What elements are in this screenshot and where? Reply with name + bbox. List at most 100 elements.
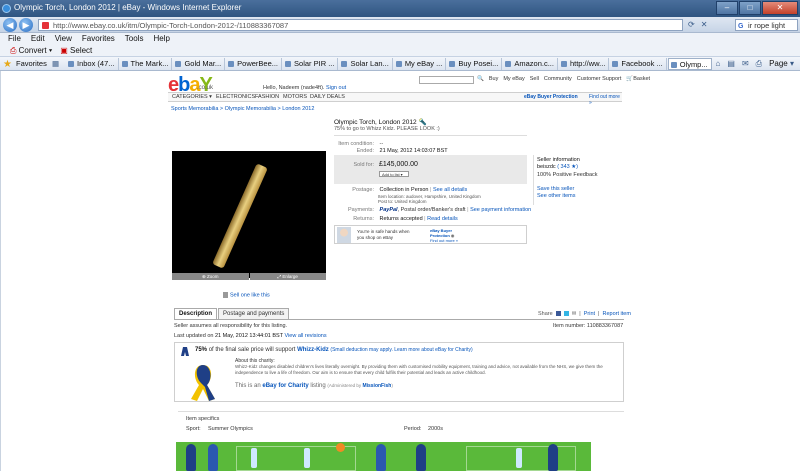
period-value: 2000s [428,426,443,432]
facebook-icon[interactable] [555,311,561,316]
link-community[interactable]: Community [544,76,572,82]
twitter-icon[interactable] [563,311,569,316]
safe-hands-text: You're in safe hands when you shop on eBa… [357,229,409,241]
forward-button[interactable]: ▶ [19,18,33,32]
browser-tabs: Inbox (47... The Mark... Gold Mar... Pow… [66,58,713,70]
view-revisions-link[interactable]: View all revisions [285,333,327,339]
image-controls: ⊕ Zoom ⤢ Enlarge [172,273,326,280]
refresh-icon[interactable]: ⟳ [688,20,695,29]
menu-view[interactable]: View [55,33,72,45]
tab-my-ebay[interactable]: My eBay ... [394,58,447,70]
address-bar-row: ◀ ▶ http://www.ebay.co.uk/itm/Olympic-To… [0,17,800,33]
ebay-search-icon[interactable]: 🔍 [477,76,484,82]
find-out-more-link[interactable]: Find out more » [589,94,622,106]
favorites-star-icon[interactable]: ★ [3,58,12,70]
stop-icon[interactable]: ✕ [701,20,708,29]
sign-out-link[interactable]: Sign out [326,85,346,91]
tab-solar-pir[interactable]: Solar PIR ... [283,58,339,70]
item-image[interactable] [172,151,326,278]
charity-org-link[interactable]: Whizz-Kidz [297,347,329,353]
nav-categories[interactable]: CATEGORIES ▾ [172,94,212,100]
item-subtitle: 75% to go to Whizz Kidz. PLEASE LOOK :) [334,126,440,132]
tab-olympic[interactable]: Olymp... [667,58,712,70]
buyer-protection-badge[interactable]: eBay Buyer Protection [524,94,578,100]
sell-icon [223,292,228,298]
protection-find-out-more[interactable]: Find out more » [430,238,458,243]
nav-electronics[interactable]: ELECTRONICS [216,94,255,100]
close-button[interactable]: ✕ [762,1,798,15]
menu-file[interactable]: File [8,33,21,45]
tab-http-ww[interactable]: http://ww... [559,58,610,70]
postage-label: Postage: [352,187,374,193]
ebay-search-input[interactable] [419,76,474,84]
report-item-link[interactable]: Report item [602,311,630,317]
breadcrumb[interactable]: Sports Memorabilia > Olympic Memorabilia… [171,106,314,112]
link-sell[interactable]: Sell [530,76,539,82]
share-label: Share [538,311,553,317]
seller-score[interactable]: ( 343 ★) [557,164,578,170]
tab-powerbee[interactable]: PowerBee... [226,58,283,70]
back-button[interactable]: ◀ [3,18,17,32]
email-icon[interactable]: ✉ [572,311,577,317]
charity-box: 75% of the final sale price will support… [174,342,624,402]
save-seller-link[interactable]: Save this seller [537,186,574,192]
see-payment-info-link[interactable]: See payment information [470,207,531,213]
menu-edit[interactable]: Edit [31,33,45,45]
nav-daily-deals[interactable]: DAILY DEALS [310,94,345,100]
missionfish-link[interactable]: MissionFish [362,383,391,389]
responsibility-text: Seller assumes all responsibility for th… [174,323,288,329]
minimize-button[interactable]: – [716,1,738,15]
menu-favorites[interactable]: Favorites [82,33,115,45]
see-all-details-link[interactable]: See all details [433,187,467,193]
sell-similar-link[interactable]: Sell one like this [223,292,270,298]
nav-motors[interactable]: MOTORS [283,94,307,100]
link-customer-support[interactable]: Customer Support [577,76,622,82]
tab-amazon[interactable]: Amazon.c... [503,58,558,70]
address-input[interactable]: http://www.ebay.co.uk/itm/Olympic-Torch-… [38,19,683,31]
mail-icon[interactable]: ✉ [742,57,749,70]
nav-fashion[interactable]: FASHION [255,94,279,100]
seller-name-link[interactable]: beiszdc [537,164,556,170]
link-my-ebay[interactable]: My eBay [503,76,524,82]
search-input[interactable]: G ir rope light [735,19,798,31]
tab-the-mark[interactable]: The Mark... [120,58,173,70]
link-buy[interactable]: Buy [489,76,498,82]
menu-tools[interactable]: Tools [125,33,144,45]
tab-inbox[interactable]: Inbox (47... [66,58,119,70]
feeds-icon[interactable]: ▤ [727,57,735,70]
zoom-button[interactable]: ⊕ Zoom [172,273,249,280]
charity-small-print[interactable]: (Small deduction may apply. Learn more a… [330,347,472,353]
charity-small-ribbon-icon [181,347,189,356]
tab-postage-payments[interactable]: Postage and payments [218,308,290,319]
tab-description[interactable]: Description [174,308,218,319]
home-icon[interactable]: ⌂ [716,57,721,70]
convert-button[interactable]: ⎙ Convert ▾ [10,45,52,56]
basket-link[interactable]: 🛒Basket [626,76,650,82]
sold-box [334,155,527,184]
tab-grid-icon[interactable]: ▦ [52,57,59,70]
print-link[interactable]: Print [584,311,595,317]
select-button[interactable]: ▣ Select [60,45,92,56]
last-updated: Last updated on 21 May, 2012 13:44:01 BS… [174,333,327,339]
tab-facebook[interactable]: Facebook ... [610,58,667,70]
menu-help[interactable]: Help [153,33,169,45]
olympic-torch-image [212,163,268,269]
print-icon[interactable]: ⎙ [756,57,762,70]
read-details-link[interactable]: Read details [427,216,458,222]
torch-mini-icon: 🔦 [418,119,427,126]
returns-value: Returns accepted [379,216,423,222]
add-to-list-button[interactable]: Add to list ▾ [379,171,409,177]
see-other-items-link[interactable]: See other items [537,193,576,199]
athlete-figure [186,444,196,471]
sport-value: Summer Olympics [208,426,253,432]
ebay-for-charity-link[interactable]: eBay for Charity [262,383,308,389]
favorites-button[interactable]: Favorites [16,57,47,70]
maximize-button[interactable]: □ [739,1,761,15]
tab-gold-mar[interactable]: Gold Mar... [173,58,226,70]
page-menu[interactable]: Page ▾ [769,57,794,70]
tab-solar-lan[interactable]: Solar Lan... [339,58,393,70]
charity-about-text: Whizz-Kidz changes disabled children's l… [235,364,603,375]
enlarge-button[interactable]: ⤢ Enlarge [249,273,326,280]
bottle-graphic [516,448,522,468]
tab-buy-posei[interactable]: Buy Posei... [447,58,503,70]
